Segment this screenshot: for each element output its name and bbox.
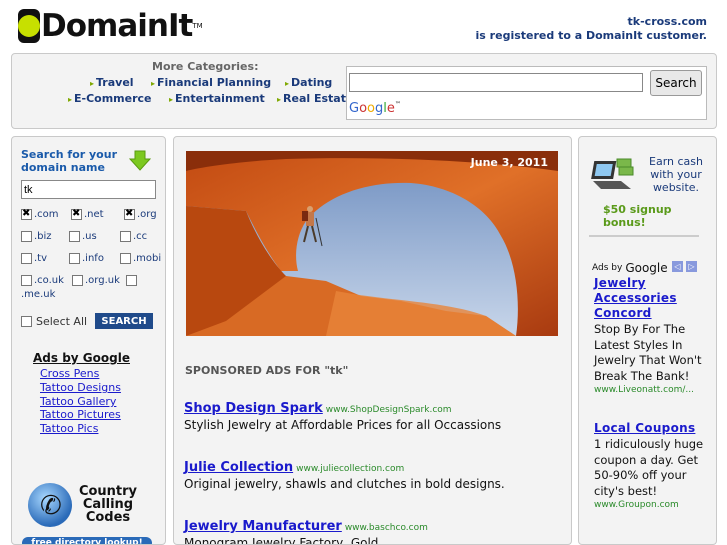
domain-search-title: Search for your domain name: [21, 148, 117, 174]
country-calling-codes-promo[interactable]: ✆ Country Calling Codes: [26, 481, 158, 531]
google-ad-desc: 1 ridiculously huge coupon a day. Get 50…: [594, 437, 704, 498]
main-content: June 3, 2011 SPONSORED ADS FOR "tk" Shop…: [173, 136, 572, 545]
arrow-icon: ▸: [151, 79, 156, 88]
category-dating[interactable]: ▸ Dating: [285, 76, 332, 89]
ads-by-google-right-label[interactable]: Ads by Google: [592, 261, 668, 275]
domain-name: tk-cross.com: [627, 15, 707, 28]
registration-notice: tk-cross.com is registered to a DomainIt…: [476, 15, 707, 43]
arrow-icon: ▸: [68, 95, 73, 104]
logo-badge: [18, 9, 40, 43]
left-sidebar: Search for your domain name .com .net .o…: [11, 136, 166, 545]
domain-search-button[interactable]: SEARCH: [95, 313, 153, 329]
featured-date: June 3, 2011: [470, 156, 548, 169]
category-real-estate[interactable]: ▸ Real Estate: [277, 92, 353, 105]
google-ad: Jewelry Accessories Concord Stop By For …: [594, 276, 714, 395]
tld-org-uk-checkbox[interactable]: .org.uk: [72, 275, 120, 286]
tld-info-checkbox[interactable]: .info: [69, 253, 104, 264]
ad-link-tattoo-pics[interactable]: Tattoo Pics: [40, 422, 98, 435]
right-sidebar: Earn cash with your website. $50 signup …: [578, 136, 717, 545]
google-ad-url[interactable]: www.Liveonatt.com/...: [594, 385, 714, 395]
ad-link-cross-pens[interactable]: Cross Pens: [40, 367, 99, 380]
sponsored-ads-heading: SPONSORED ADS FOR "tk": [185, 364, 349, 377]
google-search-button[interactable]: Search: [650, 70, 702, 96]
sponsored-ad: Jewelry Manufacturer www.baschco.com Mono…: [184, 515, 564, 545]
sponsored-ad: Shop Design Spark www.ShopDesignSpark.com…: [184, 397, 564, 433]
category-entertainment[interactable]: ▸ Entertainment: [169, 92, 265, 105]
google-logo: Google™: [349, 101, 401, 116]
arrow-icon: ▸: [169, 95, 174, 104]
sponsored-ad-title[interactable]: Shop Design Spark: [184, 401, 323, 416]
ad-link-tattoo-designs[interactable]: Tattoo Designs: [40, 381, 121, 394]
category-travel[interactable]: ▸ Travel: [90, 76, 134, 89]
google-ad: Local Coupons 1 ridiculously huge coupon…: [594, 421, 714, 510]
signup-bonus: $50 signup bonus!: [603, 203, 672, 229]
tld-com-checkbox[interactable]: .com: [21, 208, 59, 220]
sponsored-ad-url[interactable]: www.juliecollection.com: [296, 464, 404, 474]
sponsored-ad-desc: Monogram Jewelry Factory, Gold,: [184, 536, 383, 545]
country-calling-codes-text: Country Calling Codes: [78, 484, 138, 525]
select-all-checkbox[interactable]: Select All: [21, 315, 87, 328]
sponsored-ad: Julie Collection www.juliecollection.com …: [184, 456, 564, 492]
top-panel: More Categories: ▸ Travel ▸ Financial Plan…: [11, 53, 717, 129]
logo-tm: TM: [192, 22, 203, 30]
sponsored-ad-title[interactable]: Jewelry Manufacturer: [184, 519, 342, 534]
domain-name-input[interactable]: [21, 180, 156, 199]
tld-mobi-checkbox[interactable]: .mobi: [120, 253, 161, 264]
free-directory-lookup[interactable]: free directory lookup!: [22, 537, 152, 544]
featured-photo[interactable]: June 3, 2011: [186, 151, 558, 336]
categories-title: More Categories:: [152, 60, 259, 73]
logo-text: DomainIt: [41, 8, 193, 44]
ad-link-tattoo-gallery[interactable]: Tattoo Gallery: [40, 395, 116, 408]
arrow-icon: ▸: [277, 95, 282, 104]
down-arrow-icon: [129, 150, 151, 171]
google-ad-title[interactable]: Local Coupons: [594, 421, 714, 436]
sponsored-ad-url[interactable]: www.ShopDesignSpark.com: [326, 405, 452, 415]
google-ad-desc: Stop By For The Latest Styles In Jewelry…: [594, 322, 702, 383]
tld-cc-checkbox[interactable]: .cc: [120, 231, 147, 242]
tld-us-checkbox[interactable]: .us: [69, 231, 97, 242]
tld-biz-checkbox[interactable]: .biz: [21, 231, 52, 242]
registered-text: is registered to a DomainIt customer.: [475, 29, 707, 42]
category-e-commerce[interactable]: ▸ E-Commerce: [68, 92, 152, 105]
sponsored-ad-desc: Original jewelry, shawls and clutches in…: [184, 477, 505, 491]
domainit-logo[interactable]: DomainIt TM: [18, 8, 203, 44]
laptop-cash-icon: [591, 158, 634, 189]
tld-tv-checkbox[interactable]: .tv: [21, 253, 47, 264]
arrow-icon: ▸: [90, 79, 95, 88]
earn-cash-text: Earn cash with your website.: [649, 155, 703, 194]
ad-link-tattoo-pictures[interactable]: Tattoo Pictures: [40, 408, 121, 421]
tld-net-checkbox[interactable]: .net: [71, 208, 104, 220]
category-financial-planning[interactable]: ▸ Financial Planning: [151, 76, 271, 89]
sponsored-ad-url[interactable]: www.baschco.com: [345, 523, 428, 533]
tld-me-uk-checkbox[interactable]: [126, 275, 139, 286]
divider: [589, 235, 699, 237]
earn-cash-promo[interactable]: Earn cash with your website. $50 signup …: [589, 151, 709, 229]
sponsored-ad-desc: Stylish Jewelry at Affordable Prices for…: [184, 418, 502, 432]
tld-co-uk-checkbox[interactable]: .co.uk: [21, 275, 64, 286]
ads-prev-button[interactable]: ◁: [672, 261, 683, 272]
google-ad-url[interactable]: www.Groupon.com: [594, 500, 714, 510]
tld-org-checkbox[interactable]: .org: [124, 208, 157, 220]
arch-landscape-image: [186, 151, 558, 336]
ads-next-button[interactable]: ▷: [686, 261, 697, 272]
google-search-box: Search Google™: [346, 66, 707, 120]
globe-phone-icon: ✆: [28, 483, 72, 527]
arrow-icon: ▸: [285, 79, 290, 88]
google-search-input[interactable]: [349, 73, 643, 92]
tld-me-uk-label: .me.uk: [21, 289, 56, 300]
sponsored-ad-title[interactable]: Julie Collection: [184, 460, 293, 475]
ads-by-google-left-title[interactable]: Ads by Google: [33, 351, 130, 365]
google-ad-title[interactable]: Jewelry Accessories Concord: [594, 276, 714, 321]
